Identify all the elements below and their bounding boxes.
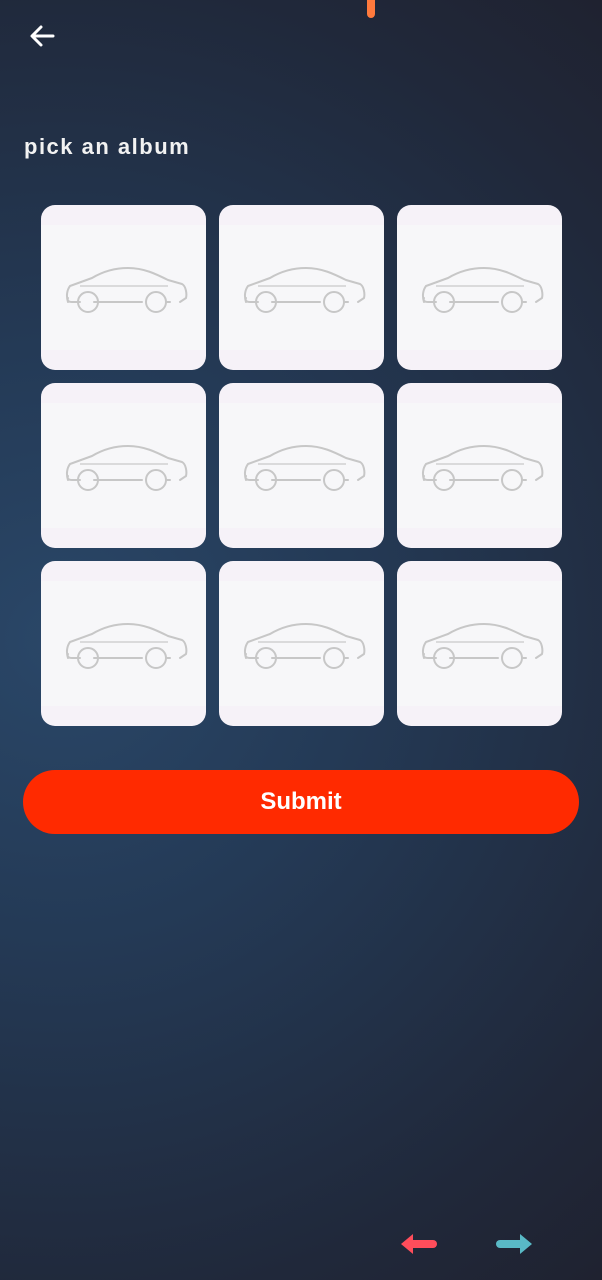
car-outline-icon [421, 266, 543, 313]
page-title: pick an album [24, 134, 191, 159]
car-outline-icon [65, 444, 187, 491]
submit-button[interactable]: Submit [23, 770, 579, 834]
arrow-left-icon [27, 21, 57, 55]
album-tile-5[interactable] [219, 383, 384, 548]
album-tile-2[interactable] [219, 205, 384, 370]
album-tile-1[interactable] [41, 205, 206, 370]
arrow-right-icon [496, 1234, 536, 1264]
back-button[interactable] [20, 18, 64, 58]
album-tile-7[interactable] [41, 561, 206, 726]
next-button[interactable] [496, 1228, 536, 1260]
car-outline-icon [243, 266, 365, 313]
car-outline-icon [421, 444, 543, 491]
orange-mark-decoration [365, 0, 377, 22]
submit-button-label: Submit [260, 788, 342, 815]
prev-button[interactable] [397, 1228, 437, 1260]
car-outline-icon [65, 266, 187, 313]
car-outline-icon [421, 622, 543, 669]
car-outline-icon [65, 622, 187, 669]
album-tile-4[interactable] [41, 383, 206, 548]
album-tile-6[interactable] [397, 383, 562, 548]
car-outline-icon [243, 444, 365, 491]
album-tile-9[interactable] [397, 561, 562, 726]
album-tile-8[interactable] [219, 561, 384, 726]
car-outline-icon [243, 622, 365, 669]
arrow-left-icon [397, 1234, 437, 1264]
album-grid [41, 205, 562, 726]
album-tile-3[interactable] [397, 205, 562, 370]
